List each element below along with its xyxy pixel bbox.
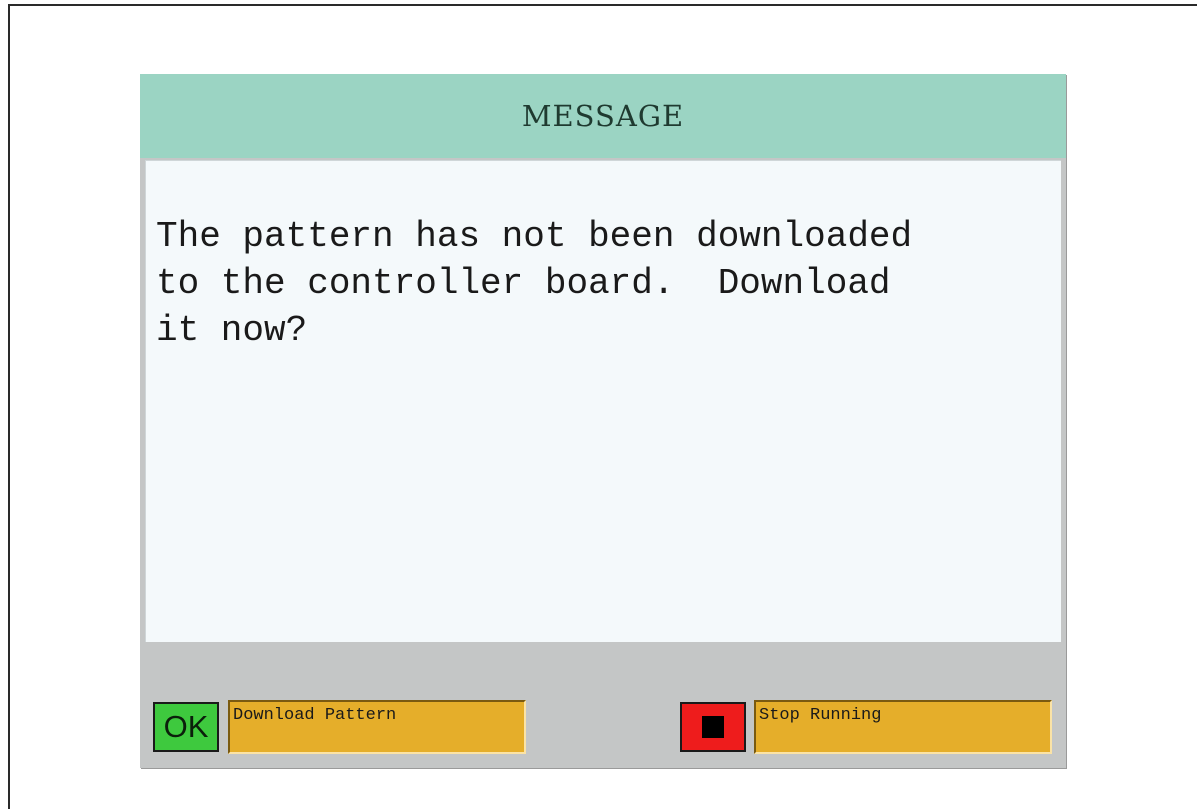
- download-pattern-label[interactable]: Download Pattern: [228, 700, 526, 754]
- stop-icon: [702, 716, 724, 738]
- dialog-title-bar: MESSAGE: [140, 74, 1066, 158]
- message-text: The pattern has not been downloaded to t…: [156, 216, 913, 351]
- message-dialog: MESSAGE The pattern has not been downloa…: [140, 74, 1066, 768]
- screen-frame: MESSAGE The pattern has not been downloa…: [8, 4, 1197, 809]
- dialog-title: MESSAGE: [521, 99, 685, 133]
- stop-button[interactable]: [680, 702, 746, 752]
- ok-icon: OK: [163, 709, 209, 744]
- message-panel: The pattern has not been downloaded to t…: [145, 160, 1061, 642]
- ok-button[interactable]: OK: [153, 702, 219, 752]
- stop-running-label[interactable]: Stop Running: [754, 700, 1052, 754]
